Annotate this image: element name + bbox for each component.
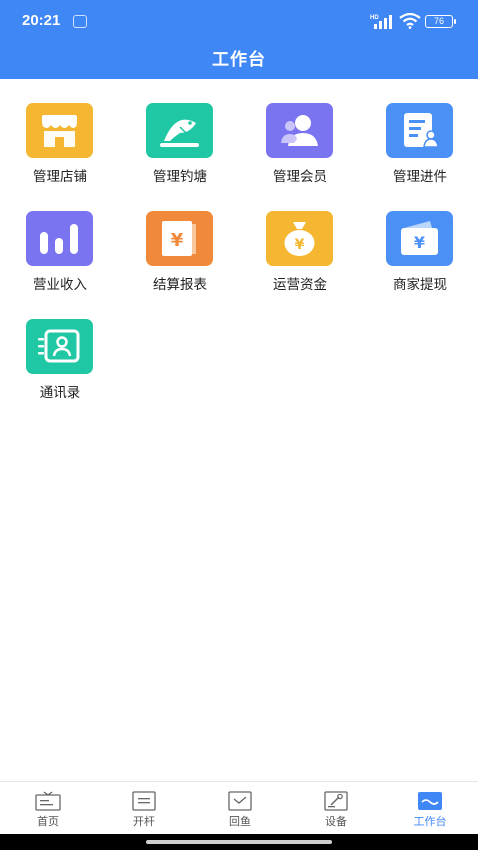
tile-manage-applications[interactable]: 管理进件 bbox=[360, 103, 478, 195]
tile-manage-members[interactable]: 管理会员 bbox=[240, 103, 360, 195]
status-time: 20:21 bbox=[22, 12, 61, 29]
tile-manage-pond[interactable]: 管理钓塘 bbox=[120, 103, 240, 195]
nav-label: 首页 bbox=[37, 815, 59, 828]
nav-device[interactable]: 设备 bbox=[288, 782, 384, 835]
document-user-icon bbox=[386, 103, 453, 158]
tile-operating-funds[interactable]: ¥ 运营资金 bbox=[240, 211, 360, 303]
fish-pond-icon bbox=[146, 103, 213, 158]
tile-merchant-withdraw[interactable]: ¥ 商家提现 bbox=[360, 211, 478, 303]
tile-label: 管理进件 bbox=[393, 169, 447, 185]
tile-label: 结算报表 bbox=[153, 277, 207, 293]
network-type: HD bbox=[370, 15, 379, 21]
store-icon bbox=[26, 103, 93, 158]
bar-chart-icon bbox=[26, 211, 93, 266]
checkbox-icon bbox=[228, 791, 252, 811]
nav-workbench[interactable]: 工作台 bbox=[382, 782, 478, 835]
nav-return-fish[interactable]: 回鱼 bbox=[192, 782, 288, 835]
tile-label: 运营资金 bbox=[273, 277, 327, 293]
notification-icon bbox=[73, 15, 87, 28]
tile-label: 营业收入 bbox=[33, 277, 87, 293]
nav-label: 设备 bbox=[325, 815, 347, 828]
wifi-icon bbox=[399, 12, 421, 29]
page-title: 工作台 bbox=[212, 50, 266, 70]
tile-settlement-report[interactable]: ¥ 结算报表 bbox=[120, 211, 240, 303]
battery-icon: 76 bbox=[425, 15, 456, 28]
contacts-icon bbox=[26, 319, 93, 374]
home-indicator[interactable] bbox=[146, 840, 332, 844]
tile-label: 管理会员 bbox=[273, 169, 327, 185]
svg-text:¥: ¥ bbox=[171, 230, 184, 251]
tile-business-income[interactable]: 营业收入 bbox=[0, 211, 120, 303]
device-tool-icon bbox=[324, 791, 348, 811]
workbench-icon bbox=[418, 792, 442, 810]
yuan-report-icon: ¥ bbox=[146, 211, 213, 266]
nav-open-rod[interactable]: 开杆 bbox=[96, 782, 192, 835]
nav-label: 开杆 bbox=[133, 815, 155, 828]
wallet-yuan-icon: ¥ bbox=[386, 211, 453, 266]
svg-text:¥: ¥ bbox=[414, 233, 425, 252]
tile-label: 管理钓塘 bbox=[153, 169, 207, 185]
bottom-nav: 首页 开杆 回鱼 设备 工作台 bbox=[0, 781, 478, 834]
tile-label: 管理店铺 bbox=[33, 169, 87, 185]
tile-label: 商家提现 bbox=[393, 277, 447, 293]
tile-manage-store[interactable]: 管理店铺 bbox=[0, 103, 120, 195]
status-bar: 20:21 HD 76 bbox=[0, 0, 478, 42]
top-bar: 20:21 HD 76 工作台 bbox=[0, 0, 478, 79]
tile-contacts[interactable]: 通讯录 bbox=[0, 319, 120, 411]
home-tv-icon bbox=[35, 791, 61, 811]
hd-signal-icon: HD bbox=[370, 15, 392, 29]
member-icon bbox=[266, 103, 333, 158]
list-icon bbox=[132, 791, 156, 811]
svg-text:¥: ¥ bbox=[295, 237, 305, 253]
nav-label: 回鱼 bbox=[229, 815, 251, 828]
system-home-bar bbox=[0, 834, 478, 850]
money-bag-icon: ¥ bbox=[266, 211, 333, 266]
nav-label: 工作台 bbox=[413, 815, 447, 828]
tile-label: 通讯录 bbox=[39, 385, 81, 401]
nav-home[interactable]: 首页 bbox=[0, 782, 96, 835]
